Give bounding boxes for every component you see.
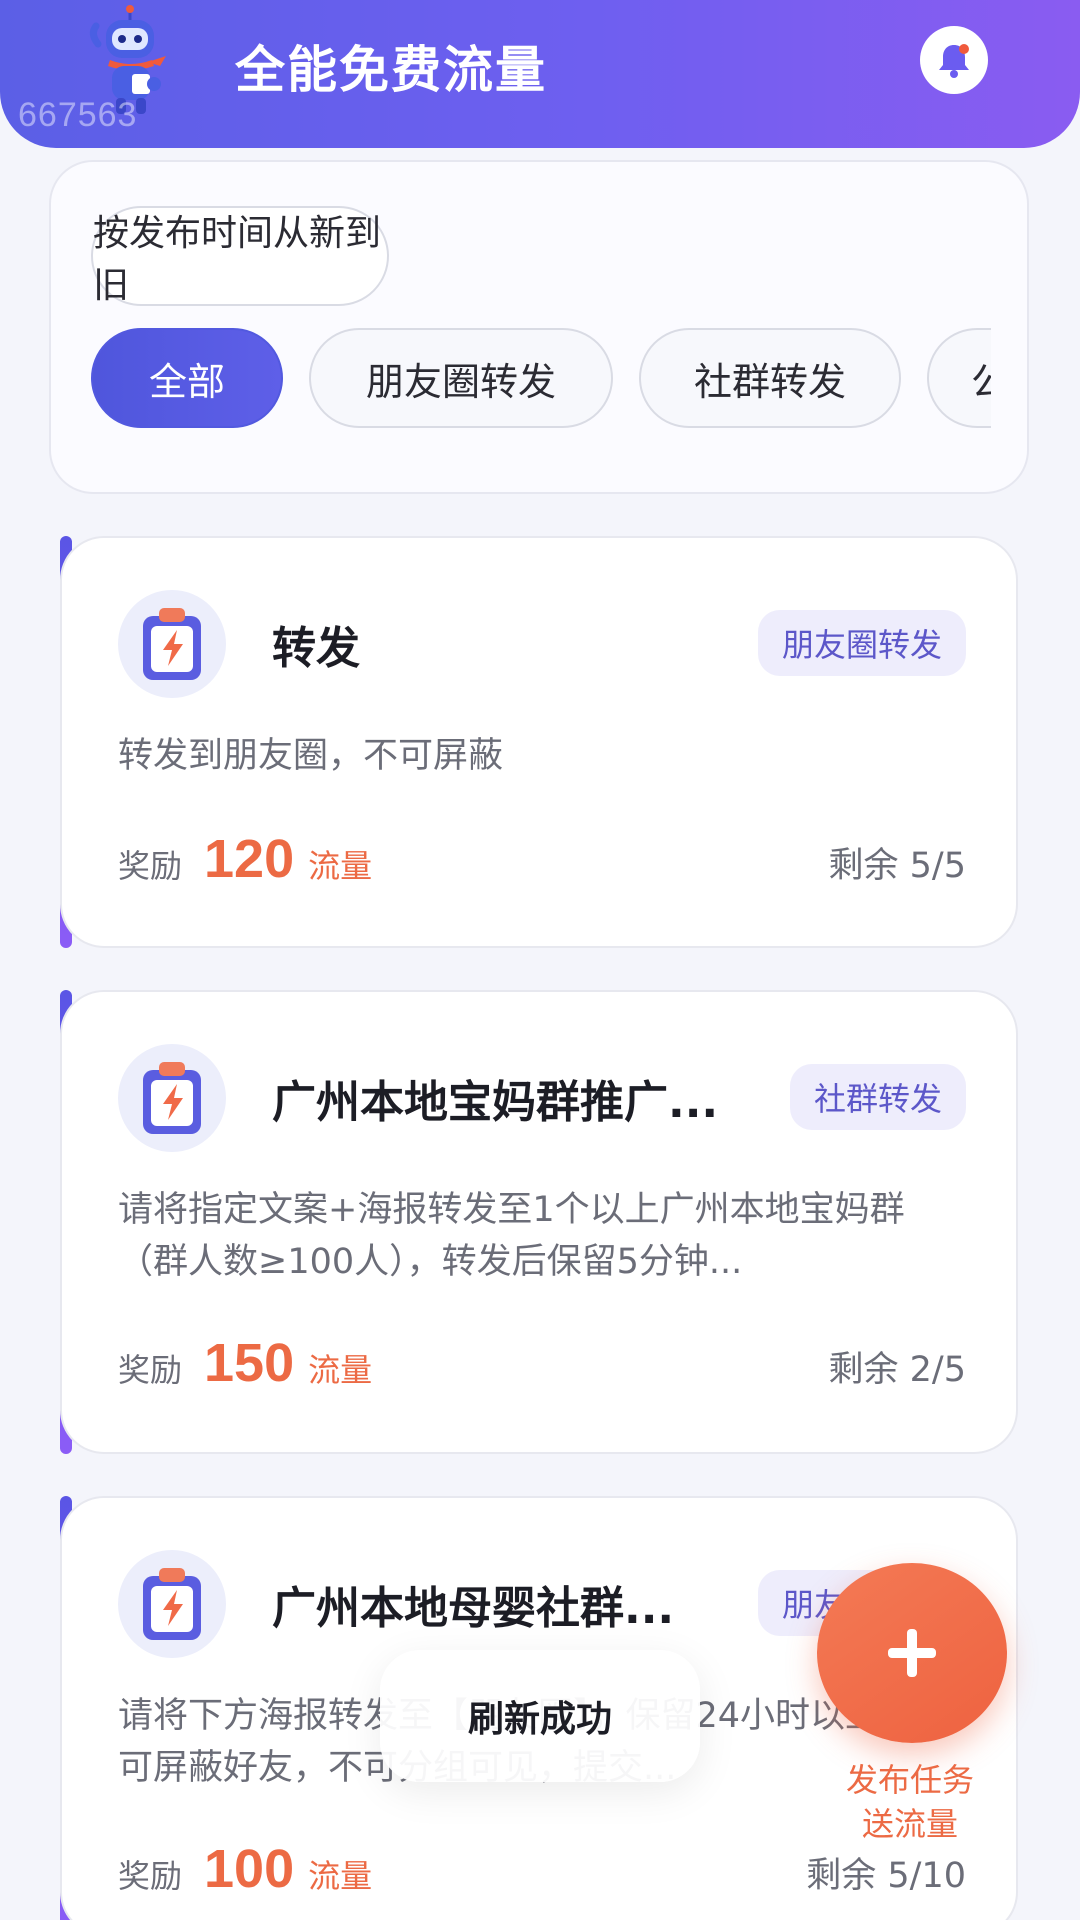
remaining-count: 剩余 2/5 xyxy=(828,1350,966,1390)
publish-task-label-line2: 送流量 xyxy=(861,1805,958,1843)
task-title: 广州本地母婴社群... xyxy=(272,1583,675,1634)
task-card[interactable]: 转发 朋友圈转发 转发到朋友圈，不可屏蔽 奖励 120 流量 剩余 5/5 xyxy=(60,536,1018,948)
plus-icon xyxy=(888,1629,936,1677)
task-reward-row: 奖励 100 流量 剩余 5/10 xyxy=(118,1838,966,1900)
task-reward-row: 奖励 120 流量 剩余 5/5 xyxy=(118,828,966,890)
publish-task-button[interactable] xyxy=(817,1563,1007,1743)
tab-all[interactable]: 全部 xyxy=(91,328,283,428)
task-description: 请将指定文案+海报转发至1个以上广州本地宝妈群（群人数≥100人），转发后保留5… xyxy=(118,1190,905,1282)
publish-task-label[interactable]: 发布任务 送流量 xyxy=(820,1758,1000,1846)
reward-amount: 150 xyxy=(204,1333,295,1393)
task-category-badge: 社群转发 xyxy=(789,1064,966,1130)
task-clipboard-icon xyxy=(118,1044,226,1152)
task-card[interactable]: 广州本地宝妈群推广... 社群转发 请将指定文案+海报转发至1个以上广州本地宝妈… xyxy=(60,990,1018,1454)
task-description: 转发到朋友圈，不可屏蔽 xyxy=(118,736,504,776)
bell-icon xyxy=(939,44,969,78)
app-header: 667563 全能免费流量 xyxy=(0,0,1080,148)
tab-more[interactable]: 公 xyxy=(927,328,991,428)
reward-amount: 100 xyxy=(204,1839,295,1899)
task-reward-row: 奖励 150 流量 剩余 2/5 xyxy=(118,1332,966,1394)
reward-label: 奖励 xyxy=(118,1351,183,1389)
refresh-toast: 刷新成功 xyxy=(380,1650,700,1782)
notification-button[interactable] xyxy=(920,26,988,94)
watermark-text: 667563 xyxy=(18,96,138,134)
reward-unit: 流量 xyxy=(308,1857,373,1895)
tab-group-forward[interactable]: 社群转发 xyxy=(639,328,901,428)
filter-panel: 按发布时间从新到旧 全部 朋友圈转发 社群转发 公 xyxy=(49,160,1029,494)
task-clipboard-icon xyxy=(118,590,226,698)
category-tabs: 全部 朋友圈转发 社群转发 公 xyxy=(91,328,991,434)
task-clipboard-icon xyxy=(118,1550,226,1658)
publish-task-label-line1: 发布任务 xyxy=(845,1761,974,1799)
reward-label: 奖励 xyxy=(118,1857,183,1895)
sort-dropdown[interactable]: 按发布时间从新到旧 xyxy=(91,206,389,306)
reward-amount: 120 xyxy=(204,829,295,889)
task-list-screen: 667563 全能免费流量 按发布时间从新到旧 全部 朋友圈转发 社群转发 公 xyxy=(0,0,1080,1920)
tab-moments-forward[interactable]: 朋友圈转发 xyxy=(309,328,613,428)
task-title: 广州本地宝妈群推广... xyxy=(272,1077,719,1128)
reward-unit: 流量 xyxy=(308,847,373,885)
app-title: 全能免费流量 xyxy=(235,41,547,99)
task-title: 转发 xyxy=(272,623,360,674)
reward-label: 奖励 xyxy=(118,847,183,885)
reward-unit: 流量 xyxy=(308,1351,373,1389)
task-category-badge: 朋友圈转发 xyxy=(757,610,966,676)
remaining-count: 剩余 5/10 xyxy=(806,1856,966,1896)
remaining-count: 剩余 5/5 xyxy=(828,846,966,886)
